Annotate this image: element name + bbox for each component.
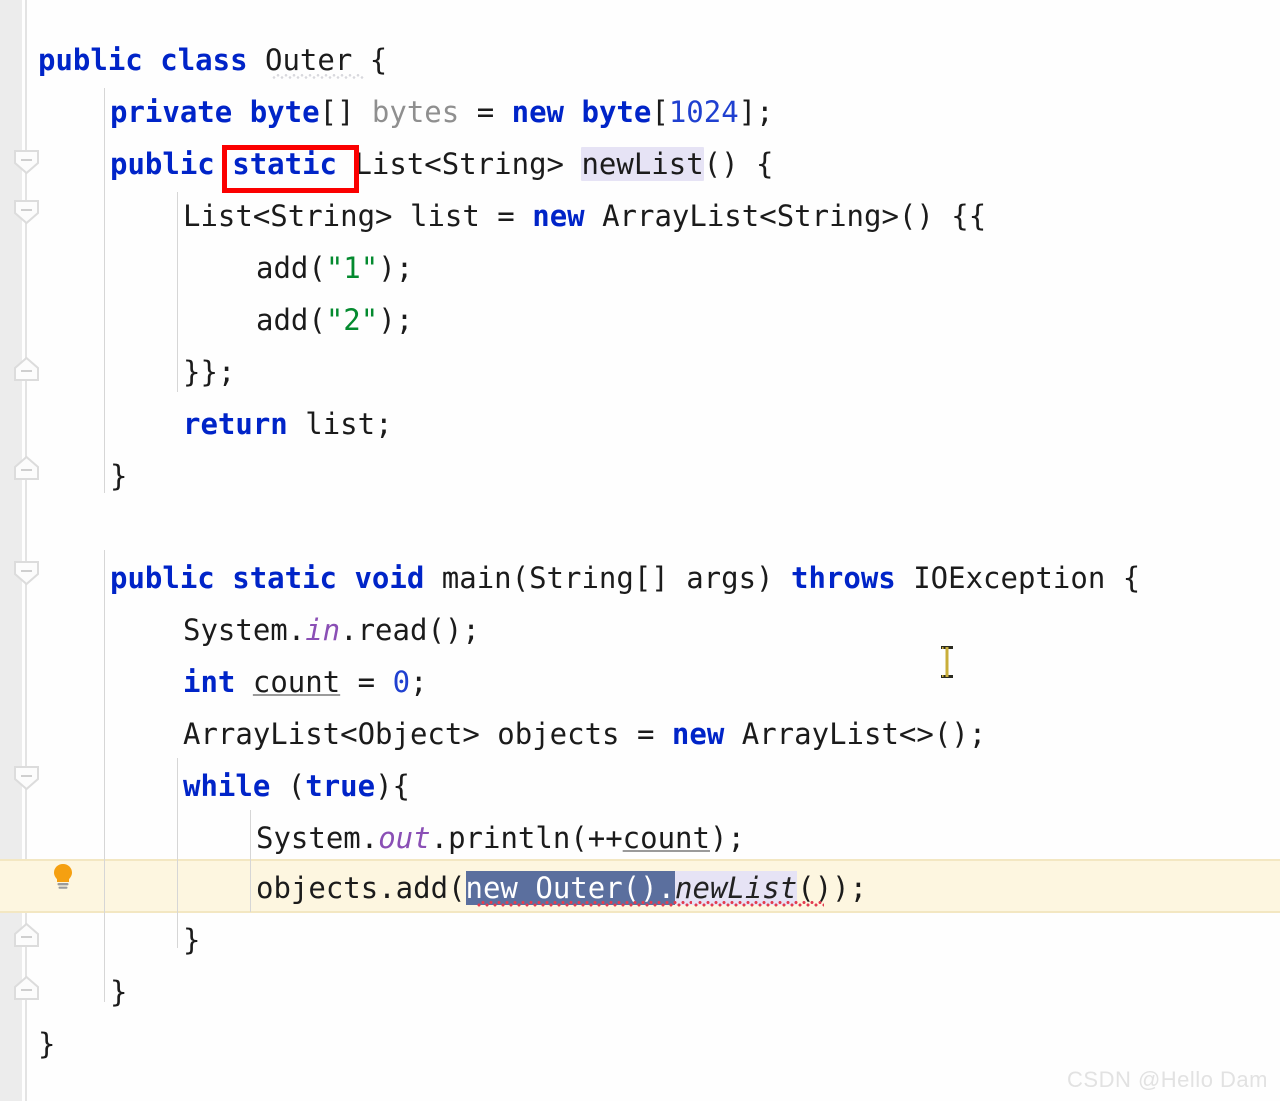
token-brace: }};: [183, 355, 236, 389]
code-line[interactable]: }: [183, 914, 200, 966]
token-operator: =: [497, 199, 515, 233]
token-tail: ){: [375, 769, 411, 803]
code-line[interactable]: add("2");: [256, 294, 413, 346]
watermark: CSDN @Hello Dam: [1067, 1067, 1268, 1092]
code-line[interactable]: ArrayList<Object> objects = new ArrayLis…: [183, 708, 986, 760]
ibeam-cursor: [938, 645, 956, 679]
token-string: "2": [325, 303, 379, 337]
code-line[interactable]: }: [38, 1018, 55, 1070]
token-local-variable: count: [252, 665, 341, 699]
token-type: List<String>: [354, 147, 564, 181]
token-keyword: new: [671, 717, 725, 751]
token-tail: () {: [703, 147, 774, 181]
token-constructor: ArrayList<>();: [741, 717, 987, 751]
token-class-name: Outer: [265, 43, 353, 77]
token-keyword: new: [511, 95, 565, 129]
code-line[interactable]: public static void main(String[] args) t…: [110, 552, 1140, 604]
token-method-signature: main(String[] args): [441, 561, 774, 595]
token-type: ArrayList<Object>: [183, 717, 480, 751]
token-tail: );: [378, 251, 414, 285]
token-keyword: byte: [581, 95, 652, 129]
token-method-call: .println(++: [430, 821, 623, 855]
token-brackets: []: [319, 95, 355, 129]
token-keyword: public: [38, 43, 143, 77]
token-tail: );: [378, 303, 414, 337]
code-line[interactable]: }};: [183, 346, 235, 398]
token-variable: list: [409, 199, 480, 233]
token-class-ref: System.: [256, 821, 379, 855]
token-local-variable: count: [622, 821, 710, 855]
token-brace: {: [369, 43, 388, 77]
token-bracket: [: [651, 95, 669, 129]
token-paren: (: [287, 769, 306, 803]
token-string: "1": [325, 251, 379, 285]
code-line[interactable]: return list;: [183, 398, 393, 450]
token-brace: }: [110, 459, 128, 493]
token-keyword: class: [160, 43, 248, 77]
token-method-call: add(: [256, 303, 326, 337]
code-line[interactable]: private byte[] bytes = new byte[1024];: [110, 86, 774, 138]
token-constructor: ArrayList<String>() {{: [602, 199, 987, 233]
code-editor-screen: public class Outer { private byte[] byte…: [0, 0, 1280, 1101]
token-brace: }: [183, 923, 201, 957]
token-static-field: out: [378, 821, 431, 855]
token-brace: }: [38, 1027, 56, 1061]
token-method-call: .read();: [340, 613, 480, 647]
error-underline: [694, 901, 824, 907]
token-keyword: public: [110, 561, 215, 595]
token-operator: =: [357, 665, 393, 699]
token-class-ref: System.: [183, 613, 306, 647]
error-underline: [477, 901, 692, 907]
token-operator: =: [636, 717, 655, 751]
token-keyword: public: [110, 147, 215, 181]
code-line[interactable]: }: [110, 450, 127, 502]
token-exception-type: IOException {: [913, 561, 1141, 595]
token-keyword: int: [183, 665, 236, 699]
token-tail: );: [709, 821, 745, 855]
annotation-rectangle: [222, 145, 359, 193]
token-number: 1024: [668, 95, 739, 129]
token-method-call: add(: [256, 251, 326, 285]
token-number: 0: [392, 665, 411, 699]
code-area[interactable]: public class Outer { private byte[] byte…: [0, 0, 1280, 1101]
token-keyword: static: [232, 561, 337, 595]
token-static-field: in: [305, 613, 341, 647]
code-line[interactable]: System.out.println(++count);: [256, 812, 745, 864]
token-bracket: ];: [738, 95, 774, 129]
code-line[interactable]: System.in.read();: [183, 604, 480, 656]
code-line[interactable]: }: [110, 966, 127, 1018]
token-type: List<String>: [183, 199, 393, 233]
token-method-name: newList: [675, 871, 798, 905]
warning-underline: [272, 74, 364, 79]
token-field: bytes: [371, 95, 460, 129]
token-keyword: while: [183, 769, 271, 803]
token-keyword: private: [110, 95, 233, 129]
token-keyword: true: [305, 769, 376, 803]
token-method-call: objects.add(: [256, 871, 466, 905]
token-brace: }: [110, 975, 128, 1009]
token-keyword: return: [183, 407, 288, 441]
code-line[interactable]: int count = 0;: [183, 656, 428, 708]
token-method-declaration: newList: [581, 147, 704, 181]
token-keyword: throws: [790, 561, 896, 595]
token-selection[interactable]: new Outer().: [465, 871, 676, 905]
code-line[interactable]: while (true){: [183, 760, 410, 812]
token-keyword: new: [532, 199, 585, 233]
token-operator: =: [476, 95, 495, 129]
token-tail: ());: [797, 871, 868, 905]
token-semicolon: ;: [410, 665, 428, 699]
token-variable: objects: [497, 717, 620, 751]
token-variable: list;: [305, 407, 393, 441]
code-line[interactable]: List<String> list = new ArrayList<String…: [183, 190, 986, 242]
code-line[interactable]: add("1");: [256, 242, 413, 294]
token-keyword: byte: [249, 95, 320, 129]
token-keyword: void: [354, 561, 425, 595]
code-line[interactable]: public static List<String> newList() {: [110, 138, 774, 190]
